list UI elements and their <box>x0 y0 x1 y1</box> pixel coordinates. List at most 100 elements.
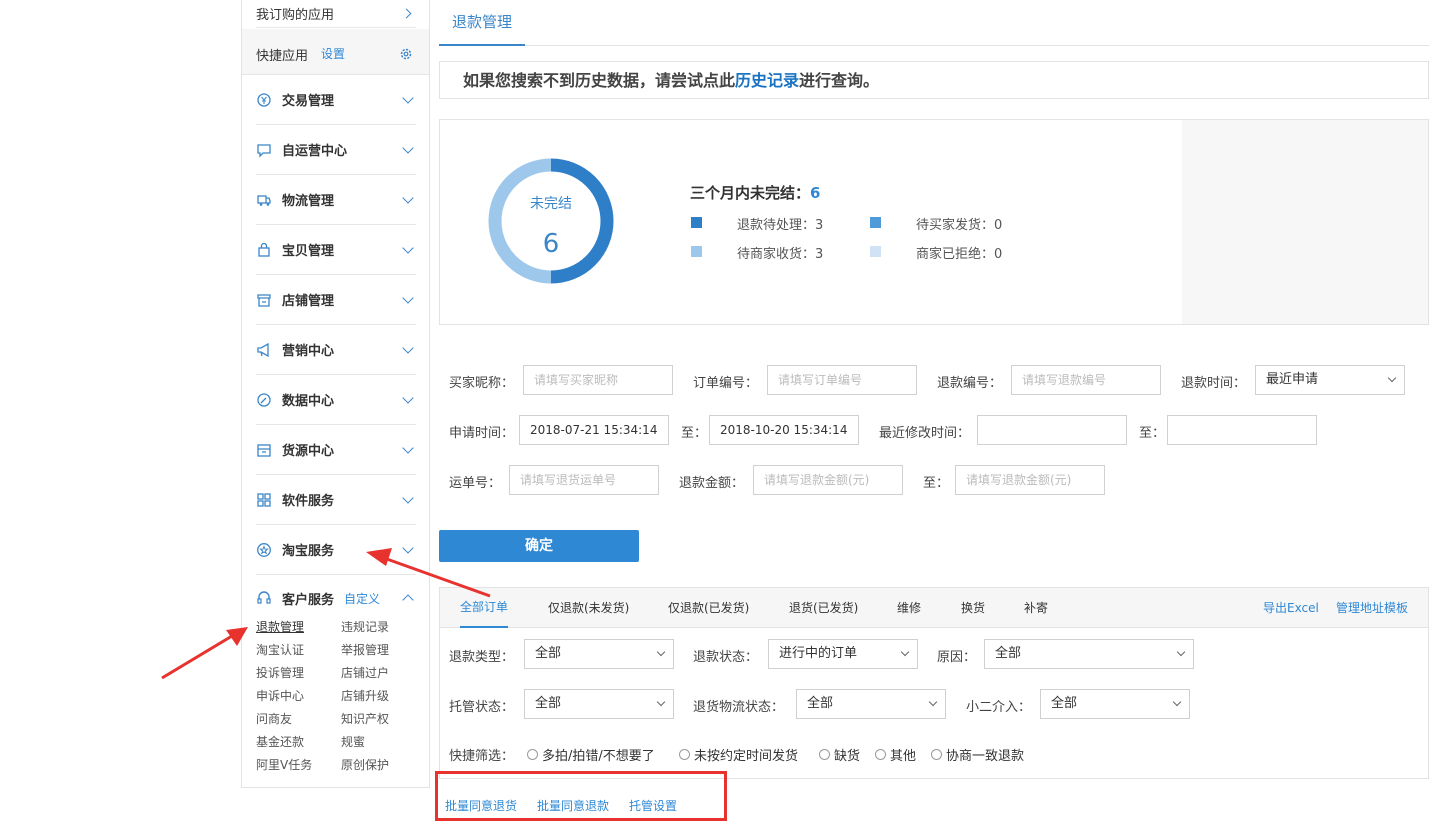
order-type-tabs: 导出Excel 管理地址模板 全部订单 仅退款(未发货) 仅退款(已发货) 退货(已发… <box>440 588 1428 628</box>
sidebar-item-3[interactable]: 物流管理 <box>256 175 416 225</box>
chat-icon <box>256 142 272 158</box>
order-tab-3[interactable]: 仅退款(已发货) <box>668 588 749 628</box>
apply-to-label: 至： <box>681 426 708 441</box>
sidebar-item-5[interactable]: 店铺管理 <box>256 275 416 325</box>
arrow-to-refund-management <box>161 627 248 680</box>
sidebar-item-1[interactable]: 交易管理 <box>256 75 416 125</box>
gear-icon[interactable] <box>399 47 413 61</box>
chevron-down-icon <box>928 697 938 707</box>
sidebar-item-10[interactable]: 淘宝服务 <box>256 525 416 575</box>
sidebar-item-label: 物流管理 <box>282 194 335 209</box>
xiaoer-select[interactable]: 全部 <box>1040 689 1190 719</box>
history-record-link[interactable]: 历史记录 <box>735 71 799 90</box>
custody-select[interactable]: 全部 <box>524 689 674 719</box>
reason-select[interactable]: 全部 <box>984 639 1194 669</box>
stats-title-label: 三个月内未完结： <box>690 184 811 202</box>
return-logistics-select[interactable]: 全部 <box>796 689 946 719</box>
radio-button[interactable] <box>819 749 830 760</box>
customer-service-link[interactable]: 店铺过户 <box>341 664 389 681</box>
modify-time-from-input[interactable] <box>977 415 1127 445</box>
waybill-input[interactable]: 请填写退货运单号 <box>509 465 659 495</box>
customer-service-link[interactable]: 申诉中心 <box>256 687 304 704</box>
radio-button[interactable] <box>679 749 690 760</box>
order-no-input[interactable]: 请填写订单编号 <box>767 365 917 395</box>
customer-service-link[interactable]: 问商友 <box>256 710 292 727</box>
tab-refund-management[interactable]: 退款管理 <box>439 0 525 46</box>
order-tab-1[interactable]: 全部订单 <box>460 588 509 628</box>
customer-service-link[interactable]: 店铺升级 <box>341 687 389 704</box>
custody-settings-link[interactable]: 托管设置 <box>629 797 677 814</box>
apply-time-from-input[interactable]: 2018-07-21 15:34:14 <box>519 415 669 445</box>
order-tab-6[interactable]: 换货 <box>961 588 985 628</box>
quick-filter-option[interactable]: 其他 <box>875 745 916 764</box>
chevron-down-icon <box>402 491 414 504</box>
customer-service-link[interactable]: 投诉管理 <box>256 664 304 681</box>
yen-icon <box>256 92 272 108</box>
sidebar-item-label: 数据中心 <box>282 394 335 409</box>
refund-time-label: 退款时间： <box>1181 376 1247 391</box>
quick-filter-option-label: 缺货 <box>834 749 861 764</box>
sidebar-item-label: 宝贝管理 <box>282 244 335 259</box>
quick-apps-row: 快捷应用 设置 <box>242 29 429 75</box>
amount-to-label: 至： <box>923 476 950 491</box>
radio-button[interactable] <box>527 749 538 760</box>
order-tab-7[interactable]: 补寄 <box>1024 588 1048 628</box>
sidebar-item-label: 店铺管理 <box>282 294 335 309</box>
quick-apps-settings-link[interactable]: 设置 <box>321 45 345 62</box>
customer-service-link[interactable]: 退款管理 <box>256 618 304 635</box>
customer-service-link[interactable]: 知识产权 <box>341 710 389 727</box>
refund-type-label: 退款类型： <box>449 650 515 665</box>
customize-link[interactable]: 自定义 <box>344 590 404 607</box>
sidebar-item-8[interactable]: 货源中心 <box>256 425 416 475</box>
customer-service-link[interactable]: 淘宝认证 <box>256 641 304 658</box>
custody-label: 托管状态： <box>449 700 515 715</box>
modify-time-to-input[interactable] <box>1167 415 1317 445</box>
sidebar-item-9[interactable]: 软件服务 <box>256 475 416 525</box>
customer-service-link[interactable]: 基金还款 <box>256 733 304 750</box>
quick-filter-option[interactable]: 缺货 <box>819 745 860 764</box>
subscribed-apps-row[interactable]: 我订购的应用 <box>256 0 416 28</box>
quick-filter-option[interactable]: 未按约定时间发货 <box>679 745 798 764</box>
refund-status-select[interactable]: 进行中的订单 <box>768 639 918 669</box>
customer-service-link[interactable]: 规蜜 <box>341 733 365 750</box>
order-tab-5[interactable]: 维修 <box>897 588 921 628</box>
chevron-down-icon <box>402 441 414 454</box>
grid-icon <box>256 492 272 508</box>
radio-button[interactable] <box>875 749 886 760</box>
radio-button[interactable] <box>931 749 942 760</box>
sidebar-item-2[interactable]: 自运营中心 <box>256 125 416 175</box>
confirm-button[interactable]: 确定 <box>439 530 639 562</box>
chevron-down-icon <box>1176 647 1186 657</box>
refund-type-select[interactable]: 全部 <box>524 639 674 669</box>
customer-service-link[interactable]: 违规记录 <box>341 618 389 635</box>
bag-icon <box>256 242 272 258</box>
customer-service-link[interactable]: 举报管理 <box>341 641 389 658</box>
sidebar-item-6[interactable]: 营销中心 <box>256 325 416 375</box>
export-excel-link[interactable]: 导出Excel <box>1263 588 1319 628</box>
amount-label: 退款金额： <box>679 476 745 491</box>
sidebar-item-label: 软件服务 <box>282 494 335 509</box>
stats-side-area <box>1182 120 1428 324</box>
chevron-right-icon <box>401 8 412 19</box>
buyer-nick-input[interactable]: 请填写买家昵称 <box>523 365 673 395</box>
sidebar-item-7[interactable]: 数据中心 <box>256 375 416 425</box>
quick-filter-option[interactable]: 协商一致退款 <box>931 745 1024 764</box>
quick-apps-label: 快捷应用 <box>256 49 309 64</box>
sidebar-item-4[interactable]: 宝贝管理 <box>256 225 416 275</box>
order-tab-4[interactable]: 退货(已发货) <box>789 588 858 628</box>
refund-no-input[interactable]: 请填写退款编号 <box>1011 365 1161 395</box>
sidebar-item-label: 交易管理 <box>282 94 335 109</box>
batch-agree-return-link[interactable]: 批量同意退货 <box>445 797 517 814</box>
order-tab-2[interactable]: 仅退款(未发货) <box>548 588 629 628</box>
customer-service-link[interactable]: 原创保护 <box>341 756 389 773</box>
refund-time-select[interactable]: 最近申请 <box>1255 365 1405 395</box>
sidebar-item-customer-service[interactable]: 客户服务 自定义 <box>256 580 416 616</box>
quick-filter-option[interactable]: 多拍/拍错/不想要了 <box>527 745 655 764</box>
manage-address-template-link[interactable]: 管理地址模板 <box>1336 588 1408 628</box>
chevron-down-icon <box>656 647 666 657</box>
batch-agree-refund-link[interactable]: 批量同意退款 <box>537 797 609 814</box>
customer-service-link[interactable]: 阿里V任务 <box>256 756 312 773</box>
apply-time-to-input[interactable]: 2018-10-20 15:34:14 <box>709 415 859 445</box>
amount-to-input[interactable]: 请填写退款金额(元) <box>955 465 1105 495</box>
amount-from-input[interactable]: 请填写退款金额(元) <box>753 465 903 495</box>
